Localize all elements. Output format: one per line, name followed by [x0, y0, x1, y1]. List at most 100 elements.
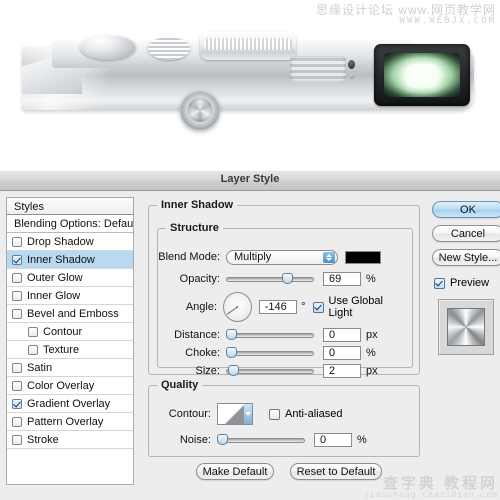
styles-item-checkbox[interactable]: [12, 272, 22, 283]
dialog-body: Styles Blending Options: Default Drop Sh…: [0, 191, 500, 500]
styles-item-checkbox[interactable]: [12, 434, 22, 445]
preview-checkbox[interactable]: [434, 277, 445, 289]
opacity-slider-thumb[interactable]: [282, 273, 293, 284]
choke-label: Choke:: [185, 347, 220, 359]
styles-item-label: Inner Shadow: [27, 253, 95, 266]
select-stepper-arrows-icon[interactable]: [323, 251, 335, 263]
size-slider-thumb[interactable]: [228, 365, 239, 376]
styles-item-stroke[interactable]: Stroke: [7, 431, 133, 449]
angle-input[interactable]: -146: [258, 300, 298, 314]
cancel-button[interactable]: Cancel: [432, 225, 500, 242]
noise-label: Noise:: [179, 434, 211, 446]
blend-mode-value: Multiply: [234, 251, 272, 263]
styles-item-gradient-overlay[interactable]: Gradient Overlay: [7, 395, 133, 413]
styles-item-checkbox[interactable]: [12, 236, 22, 247]
contour-dropdown-arrow-icon[interactable]: [244, 404, 252, 424]
anti-aliased-label: Anti-aliased: [285, 408, 343, 420]
styles-item-satin[interactable]: Satin: [7, 359, 133, 377]
distance-unit: px: [366, 329, 378, 341]
styles-list[interactable]: Blending Options: Default Drop Shadow Inn…: [6, 215, 134, 485]
dialog-title: Layer Style: [220, 173, 280, 185]
opacity-input[interactable]: 69: [323, 272, 361, 286]
size-input[interactable]: 2: [323, 364, 361, 378]
ok-button[interactable]: OK: [432, 201, 500, 218]
styles-item-contour[interactable]: Contour: [7, 323, 133, 341]
noise-slider-thumb[interactable]: [217, 434, 228, 445]
anti-aliased-checkbox[interactable]: [269, 408, 280, 420]
quality-group: Quality Contour: Anti-aliased Noise: 0 %: [148, 379, 420, 457]
styles-item-checkbox[interactable]: [12, 380, 22, 391]
styles-item-label: Gradient Overlay: [27, 397, 111, 410]
styles-item-checkbox[interactable]: [12, 290, 22, 301]
contour-preset-swatch[interactable]: [217, 403, 253, 425]
styles-item-label: Blending Options: Default: [14, 217, 134, 230]
styles-item-label: Texture: [43, 343, 80, 356]
choke-value: 0: [329, 347, 336, 359]
styles-item-label: Stroke: [27, 433, 59, 446]
styles-item-drop-shadow[interactable]: Drop Shadow: [7, 233, 133, 251]
styles-item-checkbox[interactable]: [12, 362, 22, 373]
styles-item-label: Outer Glow: [27, 271, 83, 284]
preview-thumbnail: [447, 308, 485, 346]
contour-label: Contour:: [168, 408, 211, 420]
camera-microphone-hole-icon: [348, 60, 355, 69]
size-slider[interactable]: [226, 365, 314, 377]
styles-item-checkbox[interactable]: [12, 416, 22, 427]
styles-item-checkbox[interactable]: [28, 326, 38, 337]
choke-unit: %: [366, 347, 376, 359]
camera-grip-texture: [290, 56, 346, 82]
distance-input[interactable]: 0: [323, 328, 361, 342]
styles-item-pattern-overlay[interactable]: Pattern Overlay: [7, 413, 133, 431]
styles-item-outer-glow[interactable]: Outer Glow: [7, 269, 133, 287]
styles-item-checkbox[interactable]: [12, 308, 22, 319]
choke-slider[interactable]: [226, 347, 314, 359]
noise-input[interactable]: 0: [314, 433, 352, 447]
angle-dial-needle-icon: [227, 307, 238, 315]
styles-item-texture[interactable]: Texture: [7, 341, 133, 359]
new-style-button[interactable]: New Style...: [432, 249, 500, 266]
blend-color-swatch[interactable]: [345, 250, 381, 264]
styles-item-checkbox[interactable]: [12, 398, 22, 409]
camera-dial-left-icon: [80, 34, 136, 60]
noise-slider[interactable]: [217, 434, 305, 446]
styles-item-color-overlay[interactable]: Color Overlay: [7, 377, 133, 395]
camera-viewfinder-icon: [374, 44, 470, 106]
blend-mode-row: Blend Mode: Multiply: [158, 249, 406, 265]
styles-item-inner-shadow[interactable]: Inner Shadow: [7, 251, 133, 269]
angle-value: -146: [264, 301, 287, 313]
size-slider-track: [226, 369, 314, 374]
opacity-row: Opacity: 69 %: [158, 271, 406, 287]
styles-panel: Styles Blending Options: Default Drop Sh…: [6, 197, 134, 485]
size-value: 2: [329, 365, 336, 377]
distance-slider[interactable]: [226, 329, 314, 341]
blend-mode-select[interactable]: Multiply: [226, 249, 338, 265]
opacity-slider[interactable]: [226, 273, 314, 285]
camera-screw-icon: [349, 73, 354, 79]
styles-item-inner-glow[interactable]: Inner Glow: [7, 287, 133, 305]
inner-shadow-group: Inner Shadow Structure Blend Mode: Multi…: [148, 199, 420, 378]
choke-slider-thumb[interactable]: [226, 347, 237, 358]
styles-item-checkbox[interactable]: [28, 344, 38, 355]
use-global-light-checkbox[interactable]: [312, 301, 324, 313]
styles-item-label: Drop Shadow: [27, 235, 94, 248]
choke-input[interactable]: 0: [323, 346, 361, 360]
choke-row: Choke: 0 %: [158, 345, 406, 361]
styles-item-label: Color Overlay: [27, 379, 95, 392]
angle-dial[interactable]: [223, 292, 252, 322]
noise-unit: %: [357, 434, 367, 446]
opacity-unit: %: [366, 273, 376, 285]
distance-row: Distance: 0 px: [158, 327, 406, 343]
watermark-top-line2: WWW.WEBJX.COM: [399, 15, 496, 26]
structure-group-title: Structure: [166, 222, 223, 234]
make-default-button[interactable]: Make Default: [196, 463, 274, 480]
layer-style-dialog: Layer Style Styles Blending Options: Def…: [0, 170, 500, 500]
quality-group-title: Quality: [157, 379, 203, 391]
distance-slider-thumb[interactable]: [226, 329, 237, 340]
styles-item-blending-options[interactable]: Blending Options: Default: [7, 215, 133, 233]
watermark-top: 思缘设计论坛 www.网页教学网 WWW.WEBJX.COM: [316, 4, 496, 26]
angle-unit: °: [301, 301, 306, 313]
styles-item-bevel-and-emboss[interactable]: Bevel and Emboss: [7, 305, 133, 323]
watermark-bottom-line2: jiaocheng.chazidian.com: [364, 490, 498, 499]
dialog-titlebar[interactable]: Layer Style: [0, 170, 500, 191]
styles-item-checkbox[interactable]: [12, 254, 22, 265]
